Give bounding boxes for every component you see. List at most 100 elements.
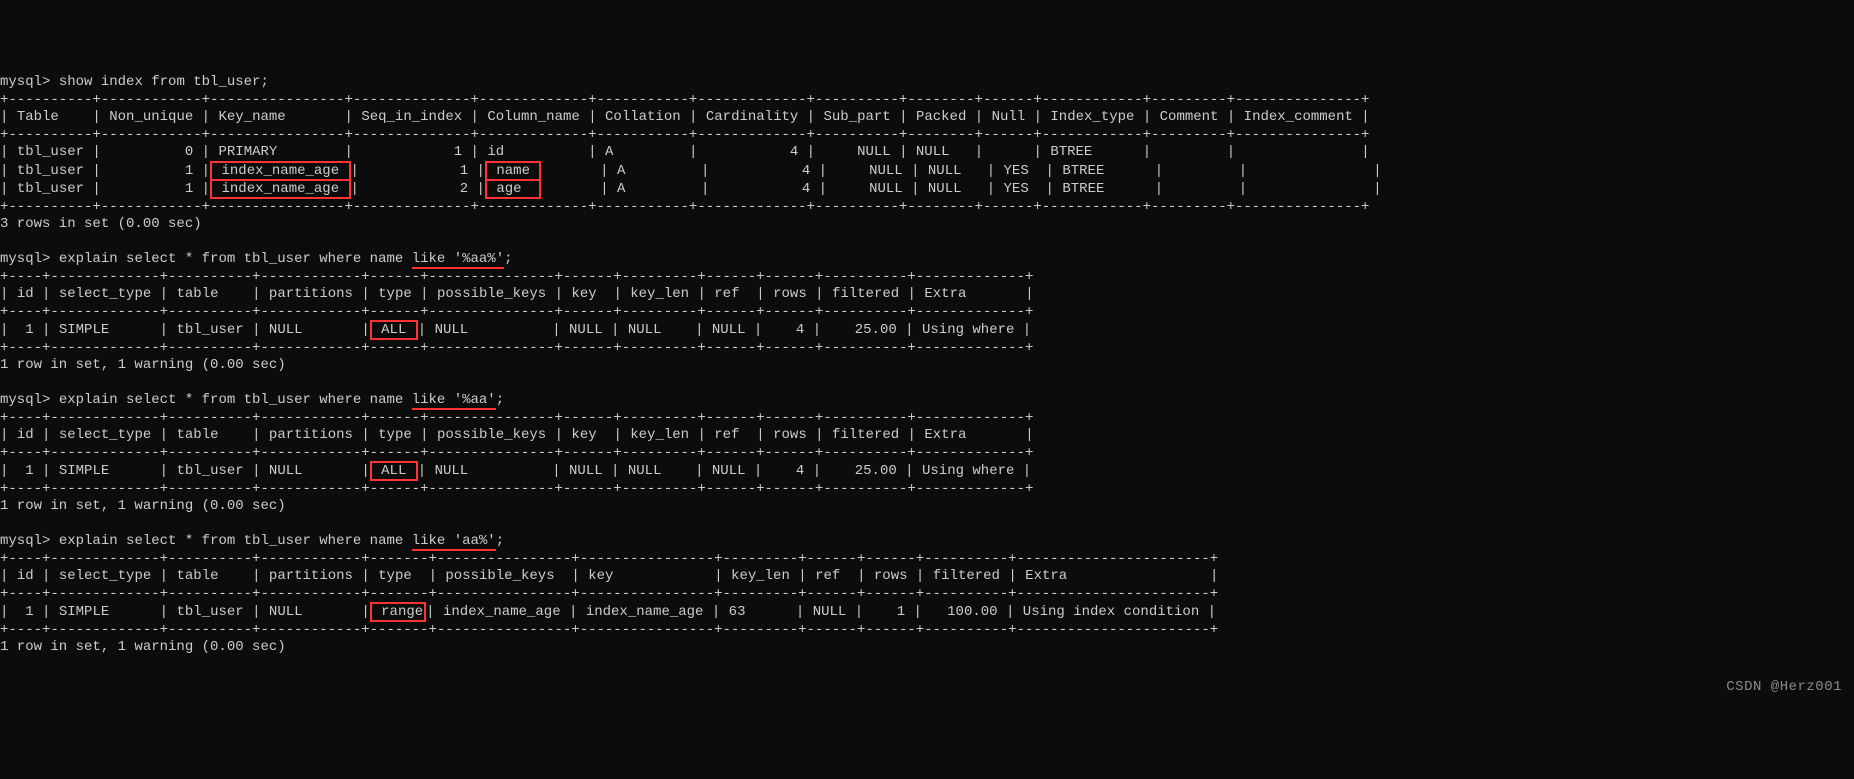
col-header: Null <box>992 109 1026 125</box>
sql-like-clause: like '%aa' <box>412 392 496 408</box>
cell: NULL <box>435 463 469 479</box>
cell: NULL <box>269 463 303 479</box>
cell: PRIMARY <box>218 144 277 160</box>
col-header: possible_keys <box>445 568 554 584</box>
cell: id <box>487 144 504 160</box>
cell: Using index condition <box>1023 604 1199 620</box>
highlight-keyname: index_name_age <box>210 179 350 199</box>
col-header: Index_type <box>1050 109 1134 125</box>
col-header: ref <box>714 286 739 302</box>
col-header: Packed <box>916 109 966 125</box>
cell: YES <box>1004 181 1029 197</box>
cell: 2 <box>460 181 468 197</box>
cell: 100.00 <box>947 604 997 620</box>
cell: NULL <box>569 463 603 479</box>
terminal-output: mysql> show index from tbl_user; +------… <box>0 70 1854 657</box>
col-header: type <box>378 286 412 302</box>
col-header: key <box>571 427 596 443</box>
result-summary: 3 rows in set (0.00 sec) <box>0 216 202 232</box>
cell: NULL <box>928 181 962 197</box>
cell: NULL <box>857 144 891 160</box>
highlight-type: ALL <box>370 320 418 340</box>
col-header: filtered <box>832 427 899 443</box>
cell: NULL <box>869 181 903 197</box>
cell: 63 <box>729 604 746 620</box>
cell: 25.00 <box>855 463 897 479</box>
col-header: Key_name <box>218 109 285 125</box>
cell: SIMPLE <box>59 463 109 479</box>
col-header: Cardinality <box>706 109 798 125</box>
sql-like-clause: like '%aa%' <box>412 251 504 267</box>
col-header: key <box>588 568 613 584</box>
cell: index_name_age <box>586 604 704 620</box>
cell: index_name_age <box>443 604 561 620</box>
cell: name <box>496 163 530 179</box>
cell: tbl_user <box>17 144 84 160</box>
col-header: Comment <box>1160 109 1219 125</box>
highlight-type: range <box>370 602 426 622</box>
col-header: Non_unique <box>109 109 193 125</box>
col-header: possible_keys <box>437 286 546 302</box>
cell: ALL <box>381 322 406 338</box>
cell: NULL <box>435 322 469 338</box>
col-header: type <box>378 568 412 584</box>
col-header: ref <box>815 568 840 584</box>
col-header: rows <box>773 427 807 443</box>
sql-command: explain select * from tbl_user where nam… <box>59 533 412 549</box>
col-header: table <box>176 427 218 443</box>
cell: NULL <box>712 463 746 479</box>
cell: 1 <box>454 144 462 160</box>
col-header: Sub_part <box>824 109 891 125</box>
cell: NULL <box>813 604 847 620</box>
sql-command: explain select * from tbl_user where nam… <box>59 251 412 267</box>
highlight-column: name <box>485 161 541 181</box>
cell: BTREE <box>1050 144 1092 160</box>
col-header: table <box>176 568 218 584</box>
col-header: partitions <box>269 286 353 302</box>
cell: NULL <box>269 604 303 620</box>
cell: tbl_user <box>176 322 243 338</box>
cell: tbl_user <box>176 604 243 620</box>
col-header: possible_keys <box>437 427 546 443</box>
col-header: id <box>17 286 34 302</box>
highlight-keyname: index_name_age <box>210 161 350 181</box>
cell: age <box>496 181 521 197</box>
col-header: rows <box>874 568 908 584</box>
col-header: partitions <box>269 427 353 443</box>
cell: NULL <box>712 322 746 338</box>
col-header: filtered <box>832 286 899 302</box>
col-header: select_type <box>59 286 151 302</box>
cell: SIMPLE <box>59 322 109 338</box>
cell: 4 <box>790 144 798 160</box>
cell: NULL <box>628 322 662 338</box>
cell: 1 <box>25 463 33 479</box>
col-header: key <box>571 286 596 302</box>
highlight-column: age <box>485 179 541 199</box>
cell: 0 <box>185 144 193 160</box>
cell: A <box>617 181 625 197</box>
prompt: mysql> <box>0 74 50 90</box>
col-header: select_type <box>59 427 151 443</box>
col-header: Extra <box>924 427 966 443</box>
col-header: key_len <box>630 427 689 443</box>
cell: tbl_user <box>17 181 84 197</box>
cell: range <box>381 604 423 620</box>
cell: A <box>617 163 625 179</box>
cell: NULL <box>928 163 962 179</box>
highlight-like: like 'aa%' <box>412 533 496 551</box>
cell: 1 <box>185 163 193 179</box>
cell: 1 <box>460 163 468 179</box>
cell: tbl_user <box>176 463 243 479</box>
col-header: Table <box>17 109 59 125</box>
cell: 25.00 <box>855 322 897 338</box>
sql-like-clause: like 'aa%' <box>412 533 496 549</box>
cell: BTREE <box>1062 181 1104 197</box>
highlight-type: ALL <box>370 461 418 481</box>
sql-command: ; <box>504 251 512 267</box>
sql-command: ; <box>496 392 504 408</box>
cell: BTREE <box>1062 163 1104 179</box>
cell: 1 <box>185 181 193 197</box>
sql-command: ; <box>496 533 504 549</box>
result-summary: 1 row in set, 1 warning (0.00 sec) <box>0 498 286 514</box>
cell: 1 <box>25 604 33 620</box>
